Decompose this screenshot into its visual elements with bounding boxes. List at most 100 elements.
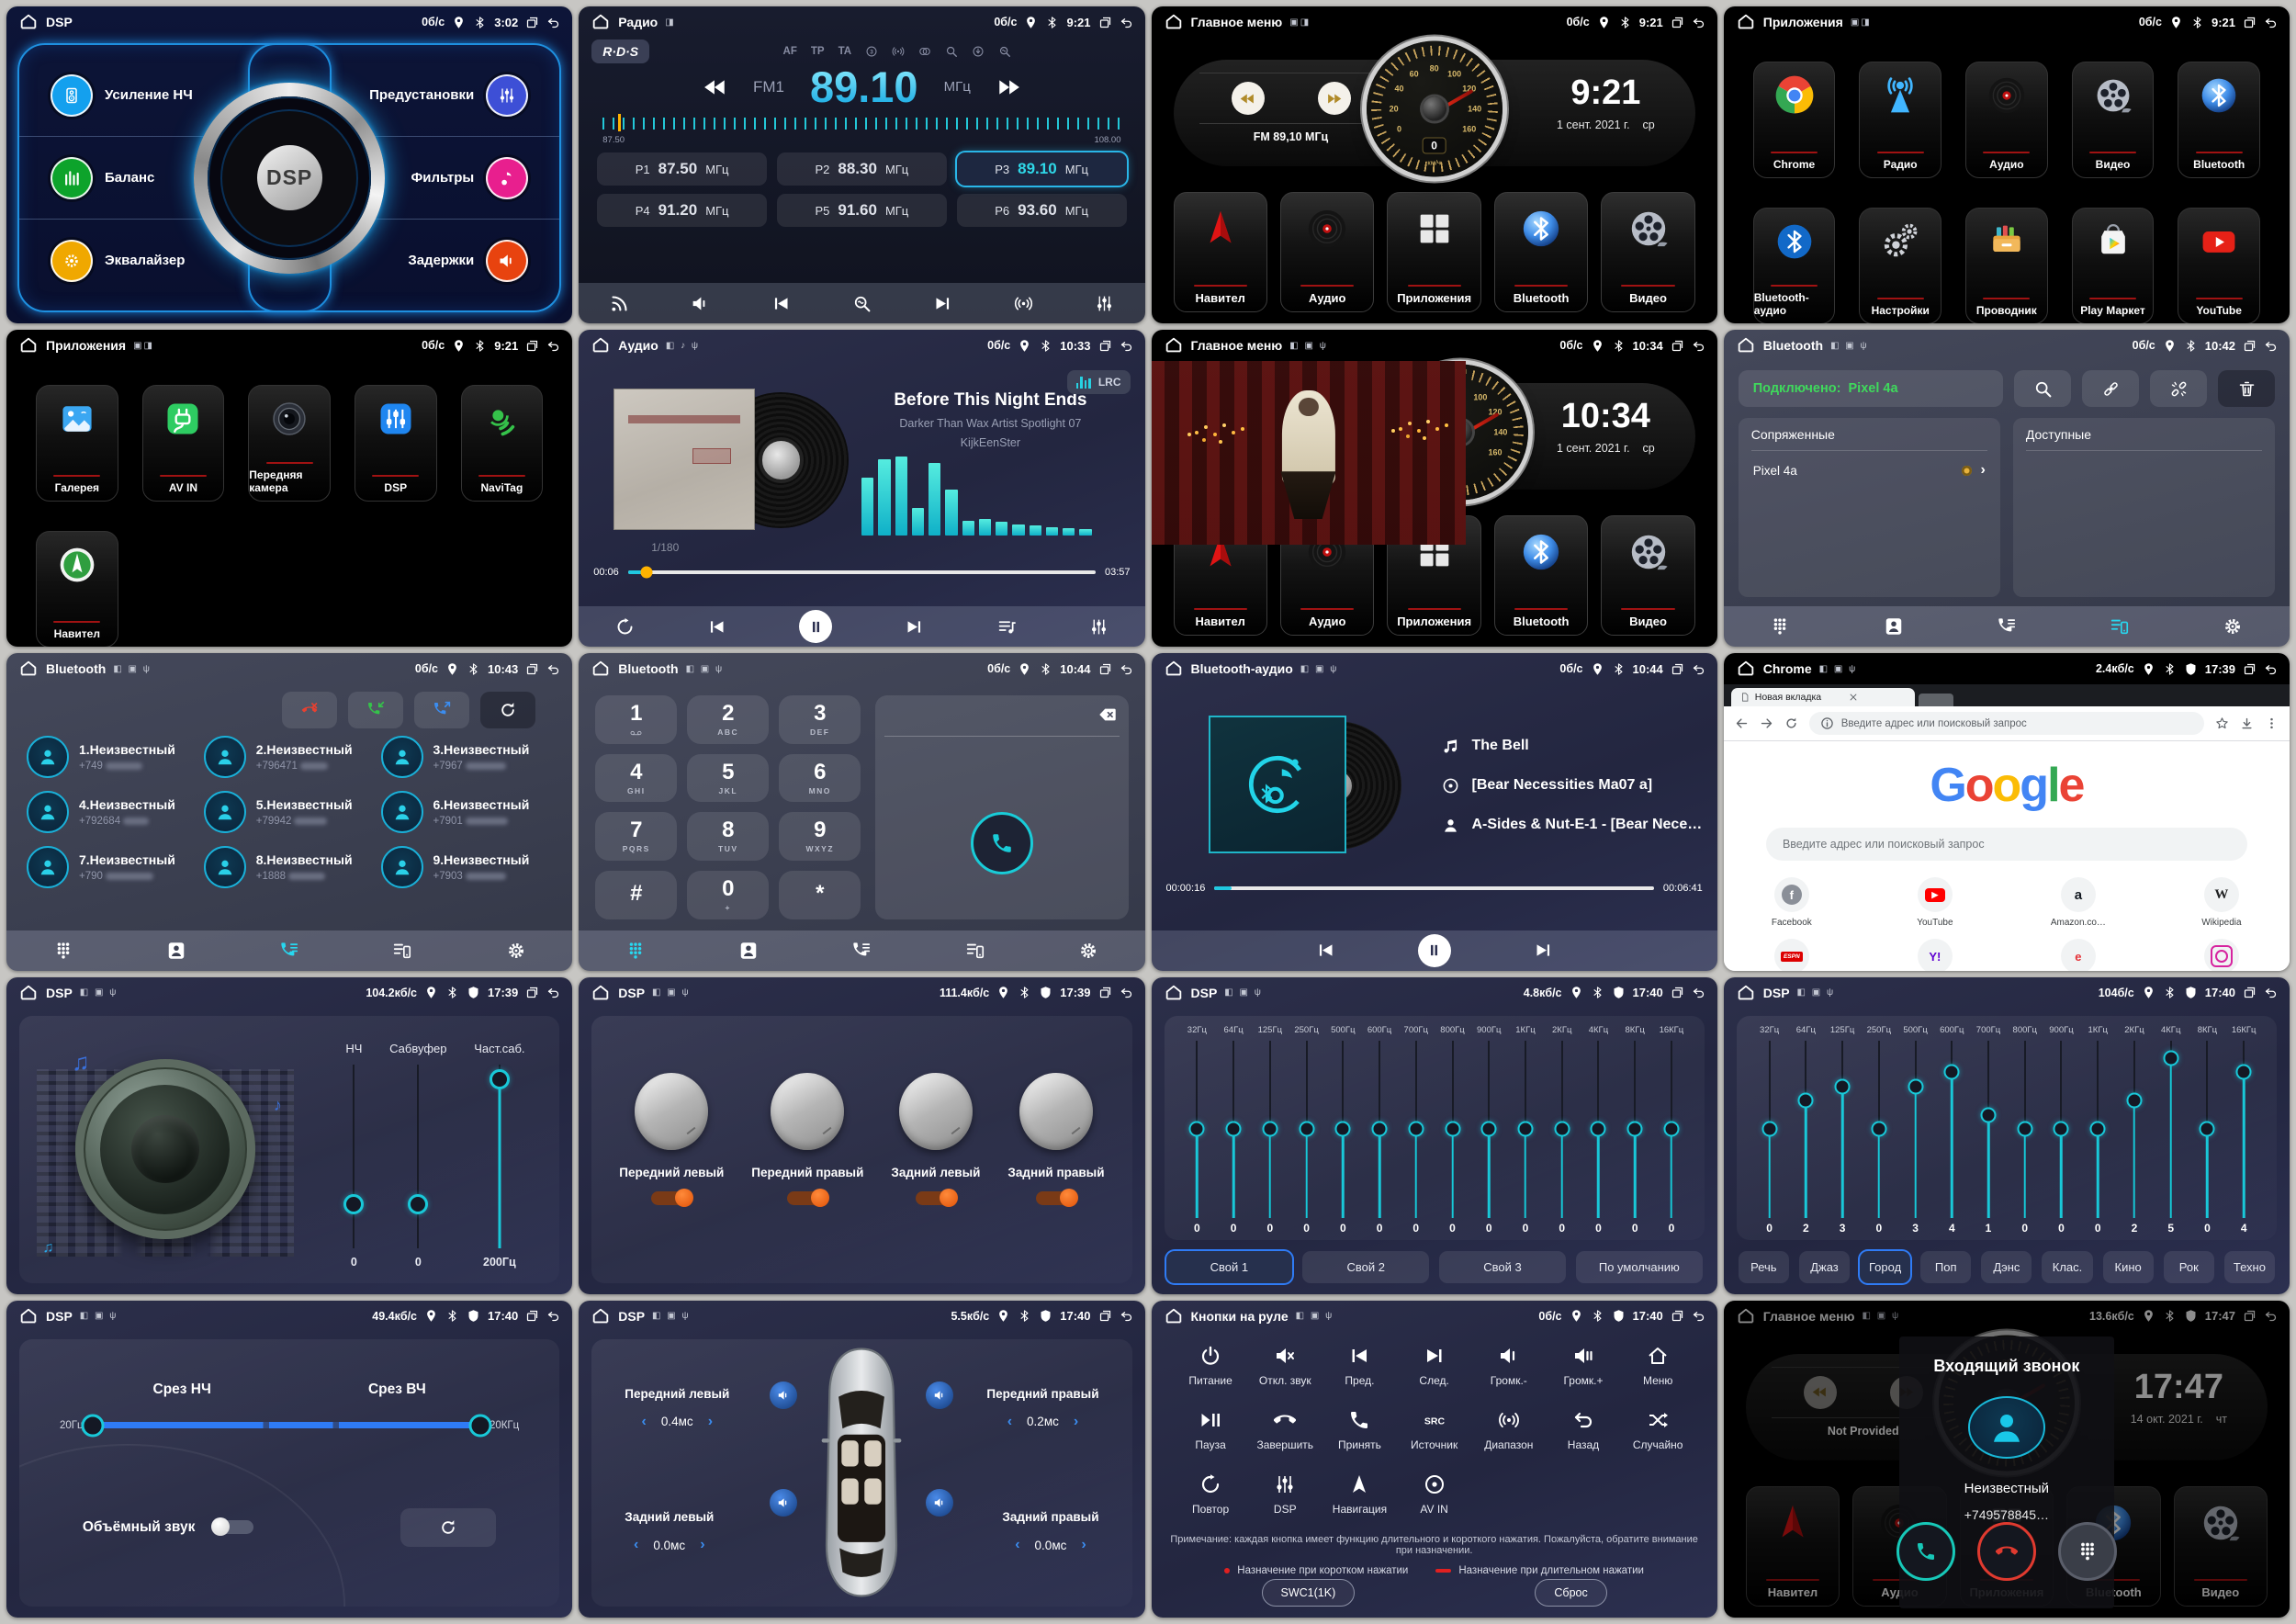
bookmark-star-icon[interactable] xyxy=(2215,716,2229,730)
eq-band[interactable]: 900Гц 0 xyxy=(1470,1025,1507,1235)
tab-contacts-icon[interactable] xyxy=(166,941,186,961)
eq-thumb[interactable] xyxy=(1761,1122,1777,1137)
swc-function-button[interactable]: Случайно xyxy=(1621,1409,1695,1451)
missed-calls-filter[interactable] xyxy=(282,692,337,728)
swc-function-button[interactable]: Навигация xyxy=(1322,1473,1397,1516)
site-shortcut[interactable]: Y! Yahoo xyxy=(1908,939,1963,970)
radio-preset[interactable]: P288.30МГц xyxy=(777,152,947,186)
dsp-center-knob[interactable]: DSP xyxy=(194,83,385,274)
home-icon[interactable] xyxy=(1164,12,1184,32)
radio-preset[interactable]: P187.50МГц xyxy=(597,152,767,186)
home-icon[interactable] xyxy=(591,12,611,32)
swc-function-button[interactable]: AV IN xyxy=(1397,1473,1471,1516)
eq-genre-button[interactable]: Техно xyxy=(2224,1251,2275,1283)
radio-toolbar-icon[interactable] xyxy=(1095,294,1114,313)
eq-band[interactable]: 32Гц 0 xyxy=(1751,1025,1788,1235)
back-icon[interactable] xyxy=(1120,16,1133,29)
dock-app[interactable]: Аудио xyxy=(1280,192,1374,312)
pause-button[interactable] xyxy=(799,610,832,643)
decrease-button[interactable]: ‹ xyxy=(1007,1414,1012,1430)
home-icon[interactable] xyxy=(1164,1306,1184,1326)
home-icon[interactable] xyxy=(1736,983,1756,1003)
home-icon[interactable] xyxy=(18,1306,39,1326)
back-icon[interactable] xyxy=(1120,662,1133,676)
radio-mode[interactable] xyxy=(865,45,878,58)
dock-app[interactable]: Приложения xyxy=(1387,192,1480,312)
back-icon[interactable] xyxy=(1692,662,1705,676)
previous-icon[interactable] xyxy=(707,617,726,637)
dock-app[interactable]: Навител xyxy=(1174,192,1267,312)
increase-button[interactable]: › xyxy=(708,1414,713,1430)
home-icon[interactable] xyxy=(18,12,39,32)
video-player-thumbnail[interactable] xyxy=(1152,361,1466,545)
radio-mode[interactable] xyxy=(972,45,985,58)
eq-thumb[interactable] xyxy=(1835,1078,1851,1094)
radio-toolbar-icon[interactable] xyxy=(691,294,710,313)
call-history-entry[interactable]: 7.Неизвестный +790 xyxy=(27,846,198,888)
tab-contacts-icon[interactable] xyxy=(738,941,759,961)
call-history-entry[interactable]: 9.Неизвестный +7903 xyxy=(381,846,553,888)
crossover-slider[interactable] xyxy=(93,1422,480,1428)
swc-function-button[interactable]: След. xyxy=(1397,1345,1471,1387)
dsp-vertical-slider[interactable]: Сабвуфер 0 xyxy=(389,1042,446,1269)
bt-search-button[interactable] xyxy=(2014,370,2071,407)
eq-thumb[interactable] xyxy=(1663,1122,1679,1137)
progress-bar[interactable] xyxy=(1214,886,1654,890)
swc-function-button[interactable]: Источник xyxy=(1397,1409,1471,1451)
eq-preset-button[interactable]: Свой 3 xyxy=(1439,1251,1566,1283)
recents-icon[interactable] xyxy=(1098,339,1112,353)
progress-handle[interactable] xyxy=(641,567,653,579)
show-dialpad-button[interactable] xyxy=(2058,1522,2117,1581)
eq-thumb[interactable] xyxy=(1908,1078,1923,1094)
tuning-scale[interactable]: 87.50 108.00 xyxy=(602,116,1120,143)
eq-band[interactable]: 250Гц 0 xyxy=(1289,1025,1325,1235)
site-shortcut[interactable]: ▶ YouTube xyxy=(1908,877,1963,928)
slider-thumb[interactable] xyxy=(408,1194,428,1214)
url-bar[interactable]: Введите адрес или поисковый запрос xyxy=(1809,712,2204,735)
tab-devices-icon[interactable] xyxy=(392,941,412,961)
decrease-button[interactable]: ‹ xyxy=(1015,1537,1019,1553)
back-icon[interactable] xyxy=(2264,986,2278,999)
next-icon[interactable] xyxy=(905,617,924,637)
call-history-entry[interactable]: 4.Неизвестный +792684 xyxy=(27,791,198,833)
eq-thumb[interactable] xyxy=(1981,1107,1997,1122)
decrease-button[interactable]: ‹ xyxy=(642,1414,647,1430)
volume-knob[interactable] xyxy=(631,1069,712,1154)
back-icon[interactable] xyxy=(546,339,560,353)
recents-icon[interactable] xyxy=(1671,986,1684,999)
eq-thumb[interactable] xyxy=(1299,1122,1314,1137)
site-shortcut[interactable]: e eBay xyxy=(2051,939,2106,970)
home-icon[interactable] xyxy=(1736,659,1756,679)
home-icon[interactable] xyxy=(18,335,39,355)
eq-thumb[interactable] xyxy=(2200,1122,2215,1137)
increase-button[interactable]: › xyxy=(1074,1414,1078,1430)
app-tile[interactable]: AV IN xyxy=(142,385,225,502)
recents-icon[interactable] xyxy=(1671,339,1684,353)
swc-function-button[interactable]: Питание xyxy=(1174,1345,1248,1387)
eq-band[interactable]: 16КГц 4 xyxy=(2225,1025,2262,1235)
swc-reset-button[interactable]: Сброс xyxy=(1535,1579,1606,1607)
call-history-entry[interactable]: 1.Неизвестный +749 xyxy=(27,736,198,778)
dialpad-key[interactable]: 1 xyxy=(595,695,677,744)
call-history-entry[interactable]: 2.Неизвестный +796471 xyxy=(204,736,376,778)
channel-toggle[interactable] xyxy=(1036,1191,1076,1205)
swc-function-button[interactable]: Откл. звук xyxy=(1248,1345,1322,1387)
eq-thumb[interactable] xyxy=(1445,1122,1460,1137)
eq-thumb[interactable] xyxy=(1591,1122,1606,1137)
home-icon[interactable] xyxy=(591,335,611,355)
site-shortcut[interactable]: Instagram xyxy=(2194,939,2249,970)
site-info-icon[interactable] xyxy=(1820,716,1834,730)
eq-band[interactable]: 2КГц 0 xyxy=(1544,1025,1581,1235)
home-icon[interactable] xyxy=(1736,12,1756,32)
decrease-button[interactable]: ‹ xyxy=(634,1537,638,1553)
eq-band[interactable]: 8КГц 0 xyxy=(1616,1025,1653,1235)
site-shortcut[interactable]: f Facebook xyxy=(1764,877,1819,928)
nav-back-icon[interactable] xyxy=(1735,716,1749,730)
radio-mode[interactable] xyxy=(998,45,1011,58)
recents-icon[interactable] xyxy=(2243,662,2257,676)
home-icon[interactable] xyxy=(18,659,39,679)
back-icon[interactable] xyxy=(2264,16,2278,29)
recents-icon[interactable] xyxy=(1098,986,1112,999)
radio-preset[interactable]: P389.10МГц xyxy=(957,152,1127,186)
back-icon[interactable] xyxy=(546,1309,560,1323)
